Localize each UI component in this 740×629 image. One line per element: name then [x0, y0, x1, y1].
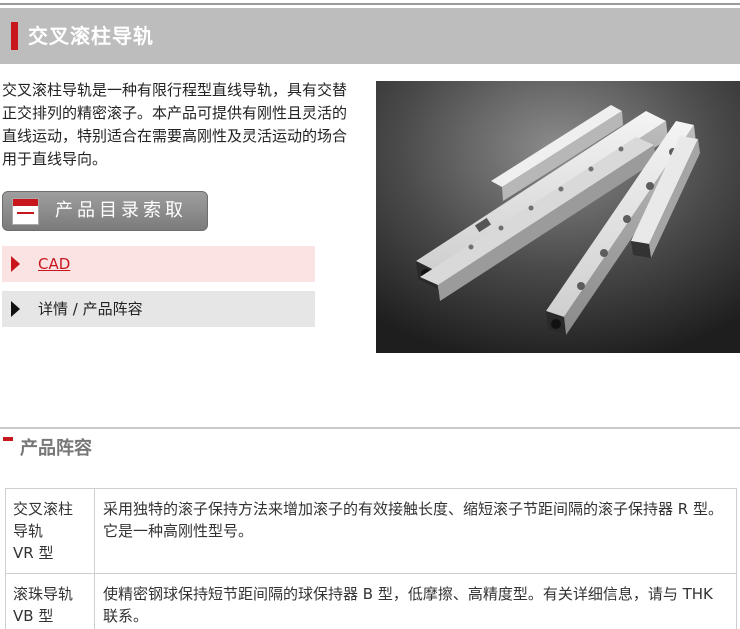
product-description-cell: 使精密钢球保持短节距间隔的球保持器 B 型，低摩擦、高精度型。有关详细信息，请与… [94, 573, 737, 629]
cad-link-item[interactable]: CAD [2, 246, 315, 282]
product-name-cell: 滚珠导轨 VB 型 [5, 573, 95, 629]
section-accent [3, 437, 13, 441]
section-title: 产品阵容 [20, 438, 92, 459]
page-title: 交叉滚柱导轨 [28, 24, 154, 48]
cad-link[interactable]: CAD [38, 253, 70, 275]
detail-lineup-item[interactable]: 详情 / 产品阵容 [2, 291, 315, 327]
table-row: 交叉滚柱 导轨 VR 型 采用独特的滚子保持方法来增加滚子的有效接触长度、缩短滚… [5, 488, 737, 574]
detail-lineup-link[interactable]: 详情 / 产品阵容 [38, 298, 143, 320]
arrow-right-icon [11, 256, 20, 272]
page-header: 交叉滚柱导轨 [0, 8, 740, 64]
product-name-line: 滚珠导轨 [13, 585, 74, 603]
product-photo [376, 81, 740, 353]
product-lineup-table: 交叉滚柱 导轨 VR 型 采用独特的滚子保持方法来增加滚子的有效接触长度、缩短滚… [5, 488, 737, 629]
section-divider [0, 427, 740, 429]
catalog-request-button[interactable]: 产品目录索取 [2, 191, 208, 231]
catalog-book-icon [12, 198, 39, 225]
product-name-line: VR 型 [13, 544, 54, 562]
table-row: 滚珠导轨 VB 型 使精密钢球保持短节距间隔的球保持器 B 型，低摩擦、高精度型… [5, 573, 737, 629]
product-description: 交叉滚柱导轨是一种有限行程型直线导轨，具有交替正交排列的精密滚子。本产品可提供有… [2, 81, 348, 168]
product-name-line: 交叉滚柱 [13, 500, 74, 518]
product-name-line: 导轨 [13, 522, 44, 540]
top-rule [0, 0, 740, 5]
product-name-line: VB 型 [13, 607, 54, 625]
catalog-request-label: 产品目录索取 [55, 200, 187, 221]
product-description-cell: 采用独特的滚子保持方法来增加滚子的有效接触长度、缩短滚子节距间隔的滚子保持器 R… [94, 488, 737, 574]
arrow-right-icon [11, 301, 20, 317]
title-accent-bar [11, 22, 18, 50]
product-name-cell: 交叉滚柱 导轨 VR 型 [5, 488, 95, 574]
